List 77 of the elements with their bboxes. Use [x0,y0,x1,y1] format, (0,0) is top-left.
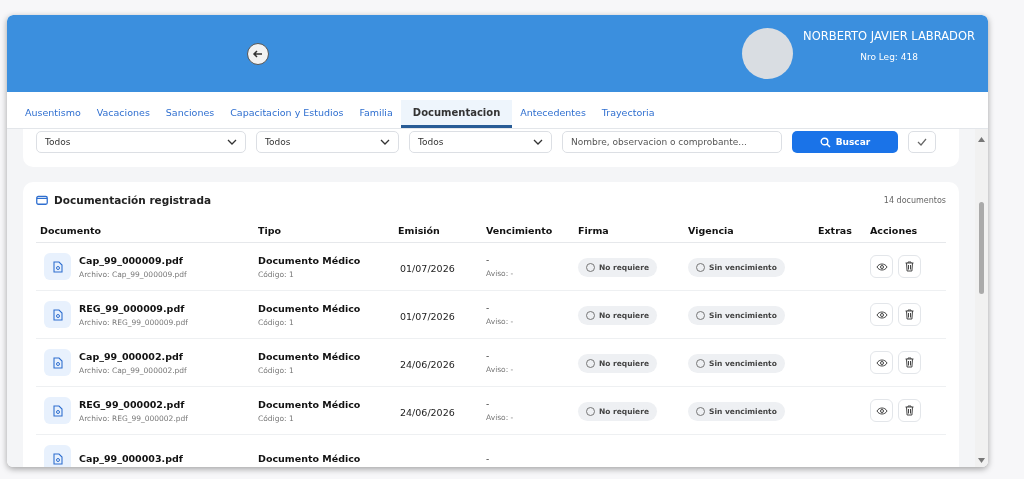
view-button[interactable] [870,399,893,422]
trash-icon [905,405,914,416]
document-name: Cap_99_000003.pdf [79,453,183,464]
employee-number: Nro Leg: 418 [860,52,918,62]
tab[interactable]: Trayectoria [593,100,663,128]
issue-date: 01/07/2026 [399,311,455,322]
tab[interactable]: Documentacion [400,100,513,128]
tab[interactable]: Capacitacion y Estudios [222,100,352,128]
document-type: Documento Médico [258,398,362,410]
tab[interactable]: Antecedentes [512,100,594,128]
column-header: Extras [818,224,853,236]
trash-icon [905,309,914,320]
expiry-date: - [486,255,491,265]
column-header: Vencimiento [486,224,554,236]
trash-icon [905,357,914,368]
scroll-up-icon[interactable] [978,137,985,142]
eye-icon [875,406,888,415]
delete-button[interactable] [898,303,921,326]
search-button[interactable]: Buscar [792,131,898,153]
column-header: Firma [578,224,610,236]
expiry-date: - [486,303,491,313]
document-name: REG_99_000002.pdf [79,398,186,410]
expiry-date: - [486,399,491,409]
delete-button[interactable] [898,351,921,374]
scrollbar[interactable] [975,129,988,467]
issue-date: 01/07/2026 [399,263,455,274]
search-icon [819,136,831,148]
select-field[interactable]: Todos [409,131,552,153]
issue-date: 24/06/2026 [399,407,455,418]
pdf-file-icon [44,349,71,376]
expiry-date: - [486,351,491,361]
pdf-file-icon [44,301,71,328]
column-header: Documento [40,224,102,236]
back-button[interactable] [247,42,269,65]
pdf-file-icon [44,253,71,280]
chevron-down-icon [227,139,237,145]
scroll-down-icon[interactable] [978,458,985,463]
document-name: REG_99_000009.pdf [79,302,186,314]
pdf-file-icon [44,445,71,467]
eye-icon [875,358,888,367]
tab[interactable]: Familia [351,100,401,128]
column-header: Emisión [398,224,441,236]
document-name: Cap_99_000009.pdf [79,254,184,266]
delete-button[interactable] [898,399,921,422]
document-type: Documento Médico [258,453,362,464]
document-count: 14 documentos [883,195,946,205]
document-type: Documento Médico [258,254,362,266]
eye-icon [875,310,888,319]
expiry-date: - [486,453,491,464]
check-icon [917,138,927,146]
tab[interactable]: Ausentismo [17,100,89,128]
issue-date: 24/06/2026 [399,359,455,370]
tab[interactable]: Sanciones [157,100,223,128]
trash-icon [905,261,914,272]
select-field[interactable]: Todos [36,131,246,153]
column-header: Tipo [258,224,283,236]
tab[interactable]: Vacaciones [88,100,158,128]
folder-icon [36,195,48,205]
view-button[interactable] [870,303,893,326]
back-arrow-icon [252,47,264,60]
select-field[interactable]: Todos [256,131,399,153]
view-button[interactable] [870,351,893,374]
column-header: Acciones [870,224,919,236]
document-type: Documento Médico [258,350,362,362]
section-title: Documentación registrada [54,194,211,206]
document-name: Cap_99_000002.pdf [79,350,184,362]
delete-button[interactable] [898,255,921,278]
pdf-file-icon [44,397,71,424]
eye-icon [875,262,888,271]
chevron-down-icon [533,139,543,145]
document-type: Documento Médico [258,302,362,314]
column-header: Vigencia [688,224,735,236]
view-button[interactable] [870,255,893,278]
avatar [742,28,794,79]
search-field[interactable]: Nombre, observacion o comprobante... [562,131,782,153]
employee-name: NORBERTO JAVIER LABRADOR [803,29,975,43]
chevron-down-icon [380,139,390,145]
